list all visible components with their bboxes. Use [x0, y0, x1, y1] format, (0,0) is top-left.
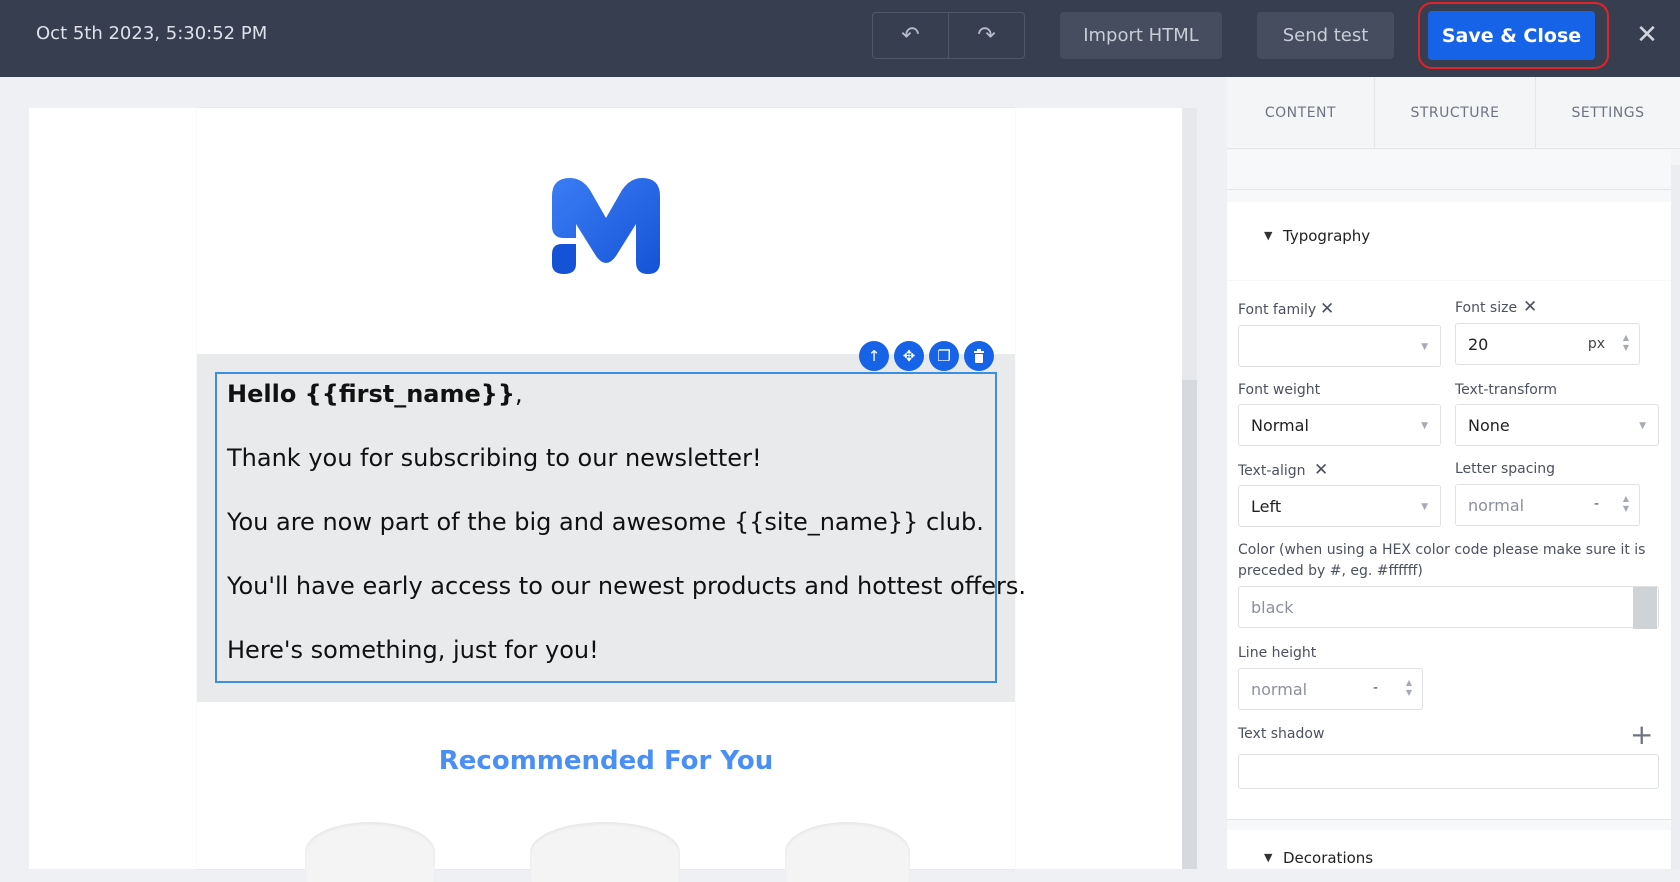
- font-weight-value: Normal: [1251, 415, 1309, 435]
- letter-spacing-input[interactable]: normal - ▲ ▼: [1455, 484, 1640, 526]
- stepper-icon[interactable]: ▲ ▼: [1623, 333, 1629, 353]
- font-weight-select[interactable]: Normal ▼: [1238, 404, 1441, 446]
- panel-tabs: CONTENT STRUCTURE SETTINGS: [1227, 77, 1680, 149]
- clear-text-align-icon[interactable]: ✕: [1314, 460, 1328, 480]
- import-html-button[interactable]: Import HTML: [1060, 12, 1222, 59]
- font-weight-label: Font weight: [1238, 382, 1321, 398]
- font-size-input[interactable]: 20 px ▲ ▼: [1455, 323, 1640, 365]
- decorations-label: Decorations: [1283, 849, 1374, 867]
- font-family-select[interactable]: ▼: [1238, 325, 1441, 367]
- text-transform-value: None: [1468, 415, 1510, 435]
- text-line: Thank you for subscribing to our newslet…: [227, 444, 762, 472]
- color-label: Color (when using a HEX color code pleas…: [1238, 542, 1646, 558]
- text-align-value: Left: [1251, 496, 1282, 516]
- chevron-down-icon: ▼: [1421, 502, 1428, 512]
- redo-button[interactable]: ↷: [948, 13, 1024, 58]
- letter-spacing-unit[interactable]: -: [1594, 496, 1599, 512]
- line-height-unit[interactable]: -: [1373, 680, 1378, 696]
- color-value: black: [1251, 597, 1294, 617]
- save-and-close-button[interactable]: Save & Close: [1428, 11, 1595, 60]
- product-image: [530, 822, 680, 882]
- chevron-down-icon: ▼: [1421, 421, 1428, 431]
- product-image: [785, 822, 910, 882]
- recommended-title: Recommended For You: [438, 746, 774, 776]
- clear-font-family-icon[interactable]: ✕: [1320, 299, 1334, 319]
- text-align-label: Text-align: [1238, 463, 1306, 479]
- brand-logo: [552, 178, 660, 274]
- selected-text-block[interactable]: Hello {{first_name}}, Thank you for subs…: [215, 372, 1027, 683]
- undo-button[interactable]: ↶: [873, 13, 948, 58]
- text-transform-label: Text-transform: [1455, 382, 1557, 398]
- canvas-scrollbar[interactable]: [1182, 108, 1197, 869]
- chevron-down-icon: ▼: [1639, 421, 1646, 431]
- clear-font-size-icon[interactable]: ✕: [1523, 297, 1537, 317]
- font-size-label: Font size: [1455, 300, 1518, 316]
- decorations-section-header[interactable]: ▼ Decorations: [1227, 830, 1671, 869]
- greeting-punct: ,: [514, 380, 523, 408]
- stepper-icon[interactable]: ▲ ▼: [1406, 678, 1412, 698]
- caret-down-icon: ▼: [1264, 851, 1273, 864]
- line-height-value: normal: [1251, 679, 1308, 699]
- add-text-shadow-icon[interactable]: +: [1630, 721, 1653, 749]
- color-label-hint: preceded by #, eg. #ffffff): [1238, 563, 1423, 579]
- tab-content[interactable]: CONTENT: [1227, 77, 1374, 148]
- greeting-name: Hello {{first_name}}: [227, 380, 515, 408]
- send-test-button[interactable]: Send test: [1257, 12, 1394, 59]
- divider: [1227, 189, 1671, 190]
- text-align-select[interactable]: Left ▼: [1238, 485, 1441, 527]
- stepper-icon[interactable]: ▲ ▼: [1623, 494, 1629, 514]
- color-input[interactable]: black: [1238, 586, 1659, 628]
- product-image: [305, 822, 435, 882]
- panel-scrollbar[interactable]: [1671, 165, 1680, 869]
- text-line: You are now part of the big and awesome …: [227, 508, 984, 536]
- typography-section-header[interactable]: ▼ Typography: [1227, 202, 1671, 280]
- trash-icon: [974, 349, 984, 363]
- letter-spacing-label: Letter spacing: [1455, 461, 1556, 477]
- undo-icon: ↶: [901, 23, 920, 48]
- last-saved-timestamp: Oct 5th 2023, 5:30:52 PM: [36, 23, 268, 44]
- typography-label: Typography: [1283, 227, 1371, 245]
- text-shadow-label: Text shadow: [1238, 726, 1325, 742]
- line-height-input[interactable]: normal - ▲ ▼: [1238, 668, 1423, 710]
- top-bar: Oct 5th 2023, 5:30:52 PM ↶ ↷ Import HTML…: [0, 0, 1680, 77]
- color-swatch[interactable]: [1633, 587, 1657, 629]
- text-line: Here's something, just for you!: [227, 636, 599, 664]
- canvas-scrollbar-thumb[interactable]: [1182, 380, 1197, 869]
- chevron-down-icon: ▼: [1421, 342, 1428, 352]
- close-icon: ✕: [1636, 20, 1658, 50]
- redo-icon: ↷: [977, 23, 996, 48]
- divider: [1227, 819, 1671, 820]
- text-line: You'll have early access to our newest p…: [227, 572, 1027, 600]
- text-shadow-list[interactable]: [1238, 754, 1659, 789]
- tab-structure[interactable]: STRUCTURE: [1374, 77, 1535, 148]
- text-transform-select[interactable]: None ▼: [1455, 404, 1659, 446]
- font-family-label: Font family: [1238, 302, 1317, 318]
- greeting-line: Hello {{first_name}},: [227, 362, 985, 426]
- line-height-label: Line height: [1238, 645, 1317, 661]
- undo-redo-group: ↶ ↷: [872, 12, 1025, 59]
- tab-settings[interactable]: SETTINGS: [1535, 77, 1680, 148]
- letter-spacing-value: normal: [1468, 495, 1525, 515]
- font-size-value: 20: [1468, 334, 1489, 354]
- font-size-unit[interactable]: px: [1588, 336, 1605, 352]
- caret-down-icon: ▼: [1264, 229, 1273, 242]
- close-editor-button[interactable]: ✕: [1632, 18, 1662, 52]
